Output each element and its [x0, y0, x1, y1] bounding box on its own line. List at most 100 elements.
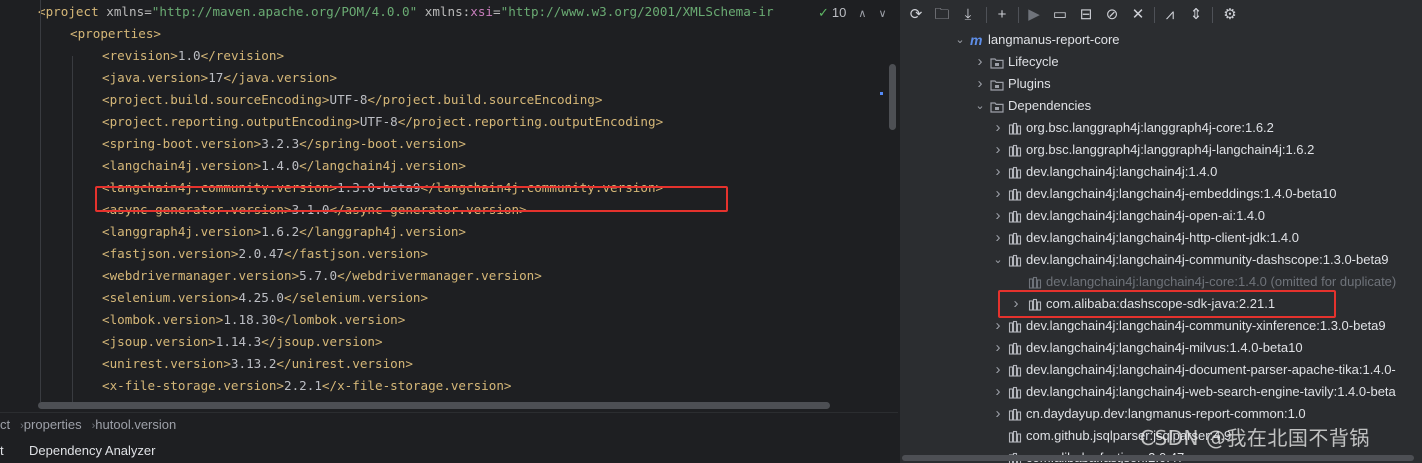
tree-item[interactable]: ⌄ m langmanus-report-core	[900, 29, 1422, 51]
skip-tests-icon[interactable]: ⊘	[1102, 5, 1122, 25]
tree-item[interactable]: › Plugins	[900, 73, 1422, 95]
tree-item[interactable]: › dev.langchain4j:langchain4j-community-x…	[900, 315, 1422, 337]
code-token: </	[367, 92, 383, 107]
code-line[interactable]: <java.version>17</java.version>	[102, 67, 337, 89]
chevron-right-icon[interactable]: ›	[992, 117, 1004, 139]
code-line[interactable]: <langchain4j.version>1.4.0</langchain4j.…	[102, 155, 466, 177]
tree-item-label: dev.langchain4j:langchain4j-milvus:1.4.0…	[1026, 340, 1303, 355]
add-icon[interactable]: +	[992, 5, 1012, 25]
settings-icon[interactable]: ⚙	[1220, 5, 1240, 25]
xml-tag-name: x-file-storage.version	[109, 378, 277, 393]
code-line[interactable]: <revision>1.0</revision>	[102, 45, 284, 67]
chevron-down-icon[interactable]: ⌄	[974, 95, 986, 117]
code-token: <	[102, 158, 110, 173]
tree-item[interactable]: › dev.langchain4j:langchain4j-milvus:1.4.…	[900, 337, 1422, 359]
tree-item[interactable]: › dev.langchain4j:langchain4j-document-pa…	[900, 359, 1422, 381]
vertical-scrollbar[interactable]	[889, 64, 896, 130]
chevron-right-icon[interactable]: ›	[992, 205, 1004, 227]
chevron-right-icon[interactable]: ›	[974, 73, 986, 95]
bottom-tool-tabs: t Dependency Analyzer	[0, 438, 898, 463]
folder-icon	[990, 55, 1004, 69]
code-line[interactable]: <webdrivermanager.version>5.7.0</webdriv…	[102, 265, 542, 287]
code-line[interactable]: <selenium.version>4.25.0</selenium.versi…	[102, 287, 428, 309]
library-icon	[1008, 363, 1022, 377]
chevron-down-icon[interactable]: ⌄	[954, 29, 966, 51]
chevron-right-icon[interactable]: ›	[992, 403, 1004, 425]
xml-tag-name: fastjson.version	[109, 246, 231, 261]
collapse-icon[interactable]: ✕	[1128, 5, 1148, 25]
tree-item-label: dev.langchain4j:langchain4j-web-search-e…	[1026, 384, 1396, 399]
tree-item[interactable]: › dev.langchain4j:langchain4j-web-search-…	[900, 381, 1422, 403]
code-line[interactable]: <properties>	[70, 23, 161, 45]
expand-icon[interactable]: ⇕	[1186, 5, 1206, 25]
breadcrumb-item[interactable]: hutool.version	[95, 417, 176, 432]
xml-value: 1.0	[177, 48, 201, 63]
breadcrumb-item[interactable]: properties	[24, 417, 82, 432]
code-token: <	[102, 48, 110, 63]
chevron-right-icon[interactable]: ›	[992, 381, 1004, 403]
run-config-icon[interactable]: ▭	[1050, 5, 1070, 25]
code-line[interactable]: <spring-boot.version>3.2.3</spring-boot.…	[102, 133, 466, 155]
library-icon	[1008, 165, 1022, 179]
chevron-right-icon[interactable]: ›	[992, 359, 1004, 381]
chevron-right-icon[interactable]: ›	[992, 139, 1004, 161]
tree-item[interactable]: › dev.langchain4j:langchain4j:1.4.0	[900, 161, 1422, 183]
tree-item[interactable]: ⌄ Dependencies	[900, 95, 1422, 117]
code-editor[interactable]: <project xmlns="http://maven.apache.org/…	[0, 0, 898, 463]
folder-icon	[990, 77, 1004, 91]
breadcrumb-item[interactable]: ct	[0, 417, 10, 432]
inspections-widget[interactable]: ✓ 10 ∧ ∨	[818, 2, 887, 24]
chevron-up-icon[interactable]: ∧	[858, 8, 866, 20]
refresh-icon[interactable]: ⟳	[906, 5, 926, 25]
xml-attr-value: "http://www.w3.org/2001/XMLSchema-ir	[500, 4, 774, 19]
chevron-right-icon[interactable]: ›	[992, 337, 1004, 359]
tree-item[interactable]: › dev.langchain4j:langchain4j-open-ai:1.4…	[900, 205, 1422, 227]
library-icon	[1008, 209, 1022, 223]
xml-value: 3.13.2	[230, 356, 277, 371]
code-token: >	[594, 92, 603, 107]
show-dependencies-icon[interactable]: ⩘	[1160, 5, 1180, 25]
xml-value: UTF-8	[329, 92, 368, 107]
tree-item-label: dev.langchain4j:langchain4j-document-par…	[1026, 362, 1396, 377]
horizontal-scrollbar[interactable]	[902, 455, 1414, 461]
code-line[interactable]: <unirest.version>3.13.2</unirest.version…	[102, 353, 413, 375]
tree-item[interactable]: › org.bsc.langgraph4j:langgraph4j-core:1.…	[900, 117, 1422, 139]
tree-item[interactable]: ⌄ dev.langchain4j:langchain4j-community-d…	[900, 249, 1422, 271]
code-line[interactable]: <x-file-storage.version>2.2.1</x-file-st…	[102, 375, 512, 397]
tab-dependency-analyzer[interactable]: Dependency Analyzer	[29, 438, 155, 463]
download-icon[interactable]: ⤓	[958, 5, 978, 25]
tree-item[interactable]: › dev.langchain4j:langchain4j-http-client…	[900, 227, 1422, 249]
tab-terminal[interactable]: t	[0, 438, 4, 463]
code-line[interactable]: <project.reporting.outputEncoding>UTF-8<…	[102, 111, 663, 133]
chevron-right-icon[interactable]: ›	[992, 183, 1004, 205]
code-token: >	[230, 290, 239, 305]
code-line[interactable]: <lombok.version>1.18.30</lombok.version>	[102, 309, 405, 331]
xml-value: 2.0.47	[238, 246, 285, 261]
tree-item[interactable]: › Lifecycle	[900, 51, 1422, 73]
chevron-right-icon[interactable]: ›	[992, 161, 1004, 183]
horizontal-scrollbar[interactable]	[38, 402, 830, 409]
code-line[interactable]: <project.build.sourceEncoding>UTF-8</pro…	[102, 89, 603, 111]
indent-guide	[72, 56, 73, 402]
chevron-right-icon[interactable]: ›	[992, 227, 1004, 249]
xml-value: 5.7.0	[299, 268, 338, 283]
tree-item-label: org.bsc.langgraph4j:langgraph4j-langchai…	[1026, 142, 1315, 157]
code-line[interactable]: <jsoup.version>1.14.3</jsoup.version>	[102, 331, 383, 353]
chevron-right-icon[interactable]: ›	[974, 51, 986, 73]
code-line[interactable]: <project xmlns="http://maven.apache.org/…	[38, 1, 774, 23]
chevron-right-icon[interactable]: ›	[992, 315, 1004, 337]
run-icon[interactable]: ▶	[1024, 5, 1044, 25]
folder-refresh-icon[interactable]: 🗀	[932, 5, 952, 25]
code-token: <	[102, 136, 110, 151]
chevron-down-icon[interactable]: ∨	[878, 8, 886, 20]
code-token: </	[223, 70, 239, 85]
tree-item[interactable]: › dev.langchain4j:langchain4j-embeddings:…	[900, 183, 1422, 205]
code-line[interactable]: <langgraph4j.version>1.6.2</langgraph4j.…	[102, 221, 466, 243]
code-token: >	[230, 246, 239, 261]
tree-item[interactable]: › org.bsc.langgraph4j:langgraph4j-langcha…	[900, 139, 1422, 161]
code-token: >	[420, 290, 429, 305]
chevron-down-icon[interactable]: ⌄	[992, 249, 1004, 271]
toggle-offline-icon[interactable]: ⊟	[1076, 5, 1096, 25]
code-line[interactable]: <fastjson.version>2.0.47</fastjson.versi…	[102, 243, 428, 265]
xml-tag-name: java.version	[109, 70, 201, 85]
